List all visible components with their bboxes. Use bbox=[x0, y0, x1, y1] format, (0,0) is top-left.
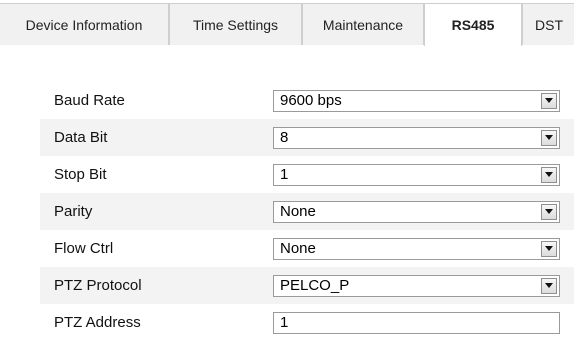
flow-ctrl-select[interactable]: None bbox=[273, 237, 560, 260]
chevron-down-icon[interactable] bbox=[541, 166, 557, 183]
parity-select[interactable]: None bbox=[273, 200, 560, 223]
data-bit-label: Data Bit bbox=[54, 129, 108, 146]
baud-rate-select[interactable]: 9600 bps bbox=[273, 89, 560, 112]
ptz-protocol-select[interactable]: PELCO_P bbox=[273, 274, 560, 297]
ptz-address-row: PTZ Address 1 bbox=[40, 304, 574, 341]
baud-rate-row: Baud Rate 9600 bps bbox=[40, 82, 574, 119]
chevron-down-icon[interactable] bbox=[541, 92, 557, 109]
flow-ctrl-value: None bbox=[280, 240, 316, 257]
flow-ctrl-label: Flow Ctrl bbox=[54, 240, 114, 257]
data-bit-row: Data Bit 8 bbox=[40, 119, 574, 156]
ptz-protocol-row: PTZ Protocol PELCO_P bbox=[40, 267, 574, 304]
tab-time-settings[interactable]: Time Settings bbox=[169, 3, 302, 45]
chevron-down-icon[interactable] bbox=[541, 203, 557, 220]
tab-rs485[interactable]: RS485 bbox=[424, 3, 522, 46]
parity-row: Parity None bbox=[40, 193, 574, 230]
ptz-protocol-label: PTZ Protocol bbox=[54, 277, 142, 294]
baud-rate-value: 9600 bps bbox=[280, 92, 342, 109]
stop-bit-row: Stop Bit 1 bbox=[40, 156, 574, 193]
tab-device-information[interactable]: Device Information bbox=[0, 3, 169, 45]
stop-bit-label: Stop Bit bbox=[54, 166, 107, 183]
chevron-down-icon[interactable] bbox=[541, 277, 557, 294]
chevron-down-icon[interactable] bbox=[541, 240, 557, 257]
data-bit-select[interactable]: 8 bbox=[273, 126, 560, 149]
rs485-settings-form: Baud Rate 9600 bps Data Bit 8 Stop Bit 1… bbox=[40, 82, 574, 341]
flow-ctrl-row: Flow Ctrl None bbox=[40, 230, 574, 267]
ptz-address-input[interactable]: 1 bbox=[273, 311, 560, 334]
parity-label: Parity bbox=[54, 203, 93, 220]
stop-bit-value: 1 bbox=[280, 166, 289, 183]
ptz-address-label: PTZ Address bbox=[54, 314, 141, 331]
tab-bar: Device Information Time Settings Mainten… bbox=[0, 0, 574, 46]
tab-dst[interactable]: DST bbox=[522, 3, 574, 45]
chevron-down-icon[interactable] bbox=[541, 129, 557, 146]
stop-bit-select[interactable]: 1 bbox=[273, 163, 560, 186]
parity-value: None bbox=[280, 203, 316, 220]
data-bit-value: 8 bbox=[280, 129, 289, 146]
tab-maintenance[interactable]: Maintenance bbox=[302, 3, 424, 45]
baud-rate-label: Baud Rate bbox=[54, 92, 125, 109]
ptz-protocol-value: PELCO_P bbox=[280, 277, 350, 294]
